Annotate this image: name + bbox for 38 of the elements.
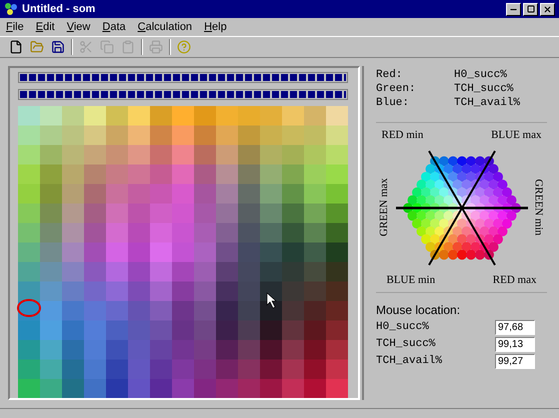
value-field: 97,68 — [495, 320, 535, 335]
menu-item[interactable]: Help — [202, 18, 229, 36]
wheel-label: BLUE max — [491, 128, 542, 143]
legend-value: H0_succ% — [454, 68, 507, 82]
highlight-ring — [16, 298, 42, 318]
open-icon[interactable] — [29, 39, 45, 55]
menu-item[interactable]: File — [4, 18, 26, 36]
value-field: 99,13 — [495, 337, 535, 352]
menu-item[interactable]: View — [64, 18, 92, 36]
field-label: TCH_avail% — [376, 354, 442, 370]
maximize-button[interactable] — [523, 2, 538, 16]
field-label: H0_succ% — [376, 320, 429, 336]
wheel-label: GREEN max — [377, 178, 392, 237]
wheel-label: RED min — [382, 128, 424, 143]
legend-label: Red: — [376, 68, 404, 82]
maximize-icon — [526, 5, 534, 13]
app-icon — [4, 2, 18, 16]
help-icon[interactable] — [176, 39, 192, 55]
menu-item[interactable]: Calculation — [136, 18, 194, 36]
new-icon[interactable] — [8, 39, 24, 55]
wheel-label: BLUE min — [386, 272, 436, 288]
mouse-pointer-icon — [266, 292, 278, 309]
close-button[interactable] — [540, 2, 555, 16]
minimize-button[interactable] — [506, 2, 521, 16]
window-title: Untitled - som — [22, 2, 96, 17]
menu-item[interactable]: Edit — [34, 18, 57, 36]
field-label: TCH_succ% — [376, 337, 436, 352]
legend-label: Blue: — [376, 96, 410, 110]
legend-value: TCH_succ% — [454, 82, 514, 96]
wheel-label: GREEN min — [532, 179, 546, 236]
close-icon — [543, 4, 552, 14]
save-icon[interactable] — [50, 39, 66, 55]
section-title: Mouse location: — [376, 302, 462, 319]
value-field: 99,27 — [495, 354, 535, 369]
legend-value: TCH_avail% — [454, 96, 520, 110]
wheel-label: RED max — [492, 272, 536, 288]
menu-item[interactable]: Data — [100, 18, 128, 36]
legend-label: Green: — [376, 82, 417, 96]
